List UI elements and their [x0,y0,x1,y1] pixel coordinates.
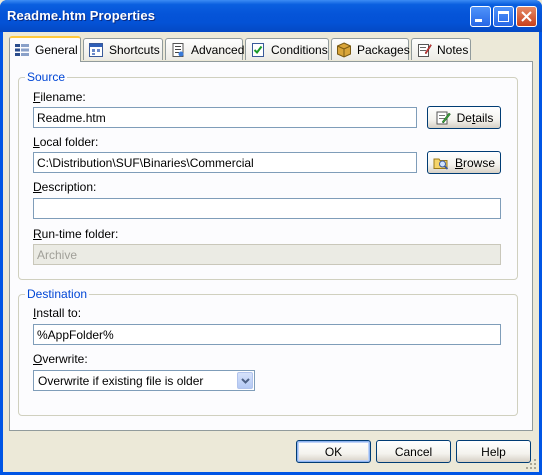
runtime-folder-label: Run-time folder: [33,227,119,241]
install-to-label: Install to: [33,306,82,320]
tab-conditions-label: Conditions [271,42,328,57]
tab-packages[interactable]: Packages [331,38,410,60]
minimize-icon [475,19,482,22]
maximize-icon [498,11,509,22]
properties-dialog: Readme.htm Properties General Shortcuts [0,0,542,475]
overwrite-select[interactable]: Overwrite if existing file is older [33,370,255,391]
close-button[interactable] [516,6,537,27]
tab-advanced[interactable]: Advanced [165,38,245,60]
overwrite-label: Overwrite: [33,352,88,366]
minimize-button[interactable] [470,6,491,27]
local-folder-input[interactable]: C:\Distribution\SUF\Binaries\Commercial [33,152,417,173]
general-tab-panel: Source Filename: Readme.htm Details Loca… [9,61,533,431]
window-title: Readme.htm Properties [7,8,156,23]
conditions-tab-icon [252,42,264,57]
dialog-client-area: General Shortcuts Advanced Conditions Pa… [3,32,539,472]
title-bar[interactable]: Readme.htm Properties [0,0,542,32]
description-label: Description: [33,180,97,194]
overwrite-selected-value: Overwrite if existing file is older [38,374,204,388]
ok-button[interactable]: OK [296,440,371,463]
shortcuts-tab-icon [89,42,103,57]
tab-notes-label: Notes [437,42,469,57]
tab-advanced-label: Advanced [191,42,245,57]
tab-notes[interactable]: Notes [411,38,471,60]
close-icon [521,11,532,22]
tab-conditions[interactable]: Conditions [245,38,329,60]
source-legend: Source [25,70,68,84]
filename-label: Filename: [33,90,86,104]
tab-packages-label: Packages [357,42,410,57]
cancel-button[interactable]: Cancel [376,440,451,463]
filename-input[interactable]: Readme.htm [33,107,417,128]
details-icon [436,111,451,124]
maximize-button[interactable] [493,6,514,27]
browse-label: Browse [454,155,496,170]
general-tab-icon [15,44,29,56]
destination-legend: Destination [25,287,90,301]
chevron-down-icon [241,378,250,384]
details-label: Details [456,110,494,125]
advanced-tab-icon [172,42,184,57]
runtime-folder-input: Archive [33,244,501,265]
local-folder-label: Local folder: [33,135,99,149]
tab-general[interactable]: General [9,36,81,62]
tab-shortcuts-label: Shortcuts [109,42,160,57]
destination-group: Destination Install to: %AppFolder% Over… [18,287,518,416]
install-to-input[interactable]: %AppFolder% [33,324,501,345]
notes-tab-icon [418,43,432,57]
browse-button[interactable]: Browse [427,151,501,174]
description-input[interactable] [33,198,501,219]
source-group: Source Filename: Readme.htm Details Loca… [18,70,518,280]
resize-grip-icon[interactable] [525,458,537,470]
overwrite-dropdown-button[interactable] [237,372,253,389]
tab-general-label: General [35,43,78,57]
tab-shortcuts[interactable]: Shortcuts [83,38,163,60]
details-button[interactable]: Details [427,106,501,129]
packages-tab-icon [337,41,351,58]
help-button[interactable]: Help [456,440,531,463]
browse-folder-icon [433,158,449,170]
